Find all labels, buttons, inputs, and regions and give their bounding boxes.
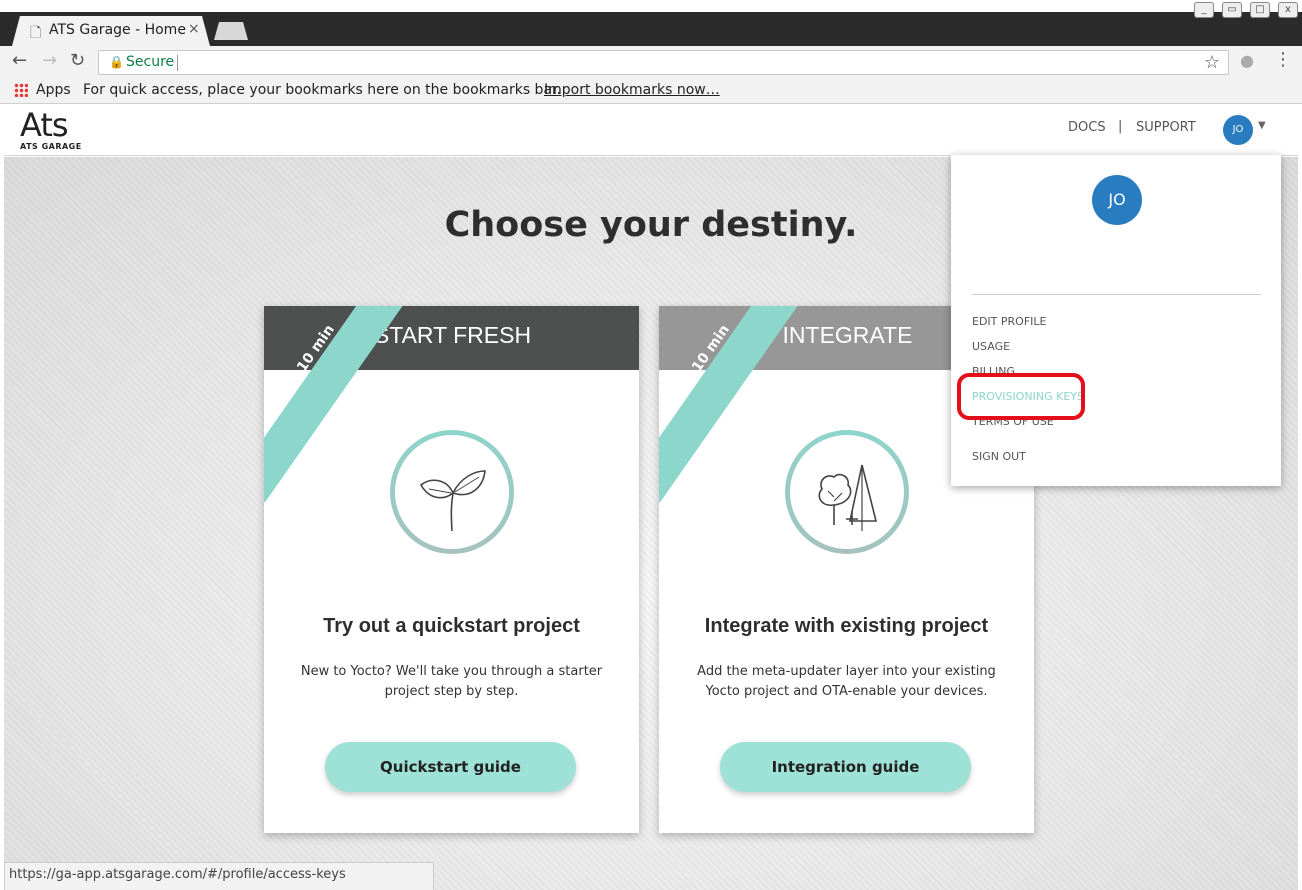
tab-strip: 🗋 ATS Garage - Home × _ ▭ □ x: [0, 0, 1302, 46]
address-separator: [177, 55, 178, 71]
security-label: Secure: [126, 54, 175, 70]
minimize-icon[interactable]: _: [1194, 2, 1214, 18]
stopwatch-icon: ⏱: [274, 366, 290, 390]
menu-item-sign-out[interactable]: SIGN OUT: [972, 450, 1026, 463]
nav-separator: |: [1118, 119, 1123, 134]
card-subtitle: Try out a quickstart project: [323, 615, 580, 637]
lock-icon: 🔒: [109, 55, 124, 69]
extension-icon[interactable]: ●: [1240, 51, 1254, 70]
address-bar[interactable]: 🔒 Secure ☆: [98, 50, 1229, 75]
import-bookmarks-link[interactable]: Import bookmarks now…: [544, 82, 720, 98]
integration-guide-button[interactable]: Integration guide: [720, 742, 971, 792]
forward-icon[interactable]: →: [42, 50, 57, 71]
logo-subtitle: ATS GARAGE: [20, 142, 82, 151]
maximize-icon[interactable]: □: [1250, 2, 1270, 18]
browser-tab[interactable]: 🗋 ATS Garage - Home ×: [12, 16, 210, 46]
close-window-icon[interactable]: x: [1278, 2, 1298, 18]
start-fresh-card: START FRESH 10 min ⏱ Try out a quickstar…: [264, 306, 639, 833]
menu-item-edit-profile[interactable]: EDIT PROFILE: [972, 315, 1046, 328]
status-bar-url: https://ga-app.atsgarage.com/#/profile/a…: [4, 862, 434, 890]
trees-icon: [785, 430, 909, 554]
caret-down-icon[interactable]: ▼: [1258, 120, 1266, 131]
card-subtitle: Integrate with existing project: [704, 615, 989, 637]
browser-toolbar: ← → ↻ 🔒 Secure ☆ ● ⋮: [0, 46, 1302, 78]
app-header: Ats ATS GARAGE DOCS | SUPPORT JO ▼: [4, 104, 1298, 156]
card-description: Add the meta-updater layer into your exi…: [697, 664, 996, 699]
profile-dropdown: JO EDIT PROFILE USAGE BILLING PROVISIONI…: [951, 155, 1281, 486]
apps-grid-icon[interactable]: [14, 83, 28, 97]
user-avatar-button[interactable]: JO: [1223, 115, 1253, 145]
close-tab-icon[interactable]: ×: [188, 21, 200, 37]
bookmark-star-icon[interactable]: ☆: [1204, 52, 1220, 73]
page-icon: 🗋: [30, 25, 42, 41]
quickstart-guide-button[interactable]: Quickstart guide: [325, 742, 576, 792]
menu-item-usage[interactable]: USAGE: [972, 340, 1010, 353]
dropdown-divider: [972, 294, 1261, 295]
browser-menu-icon[interactable]: ⋮: [1274, 49, 1292, 70]
stopwatch-icon: ⏱: [669, 366, 685, 390]
docs-link[interactable]: DOCS: [1068, 120, 1106, 135]
apps-link[interactable]: Apps: [36, 82, 71, 98]
browser-chrome: 🗋 ATS Garage - Home × _ ▭ □ x ← → ↻ 🔒 Se…: [0, 0, 1302, 104]
back-icon[interactable]: ←: [12, 50, 27, 71]
support-link[interactable]: SUPPORT: [1136, 120, 1196, 135]
bookmarks-bar: Apps For quick access, place your bookma…: [0, 78, 1302, 104]
highlight-annotation: [957, 373, 1085, 420]
reload-icon[interactable]: ↻: [70, 50, 85, 71]
sprout-icon: [390, 430, 514, 554]
bookmarks-hint: For quick access, place your bookmarks h…: [83, 82, 561, 98]
dropdown-avatar: JO: [1092, 175, 1142, 225]
restore-icon[interactable]: ▭: [1222, 2, 1242, 18]
card-description: New to Yocto? We'll take you through a s…: [300, 664, 603, 699]
logo[interactable]: Ats: [20, 106, 69, 144]
new-tab-button[interactable]: [214, 22, 248, 40]
tab-title: ATS Garage - Home: [49, 22, 186, 38]
